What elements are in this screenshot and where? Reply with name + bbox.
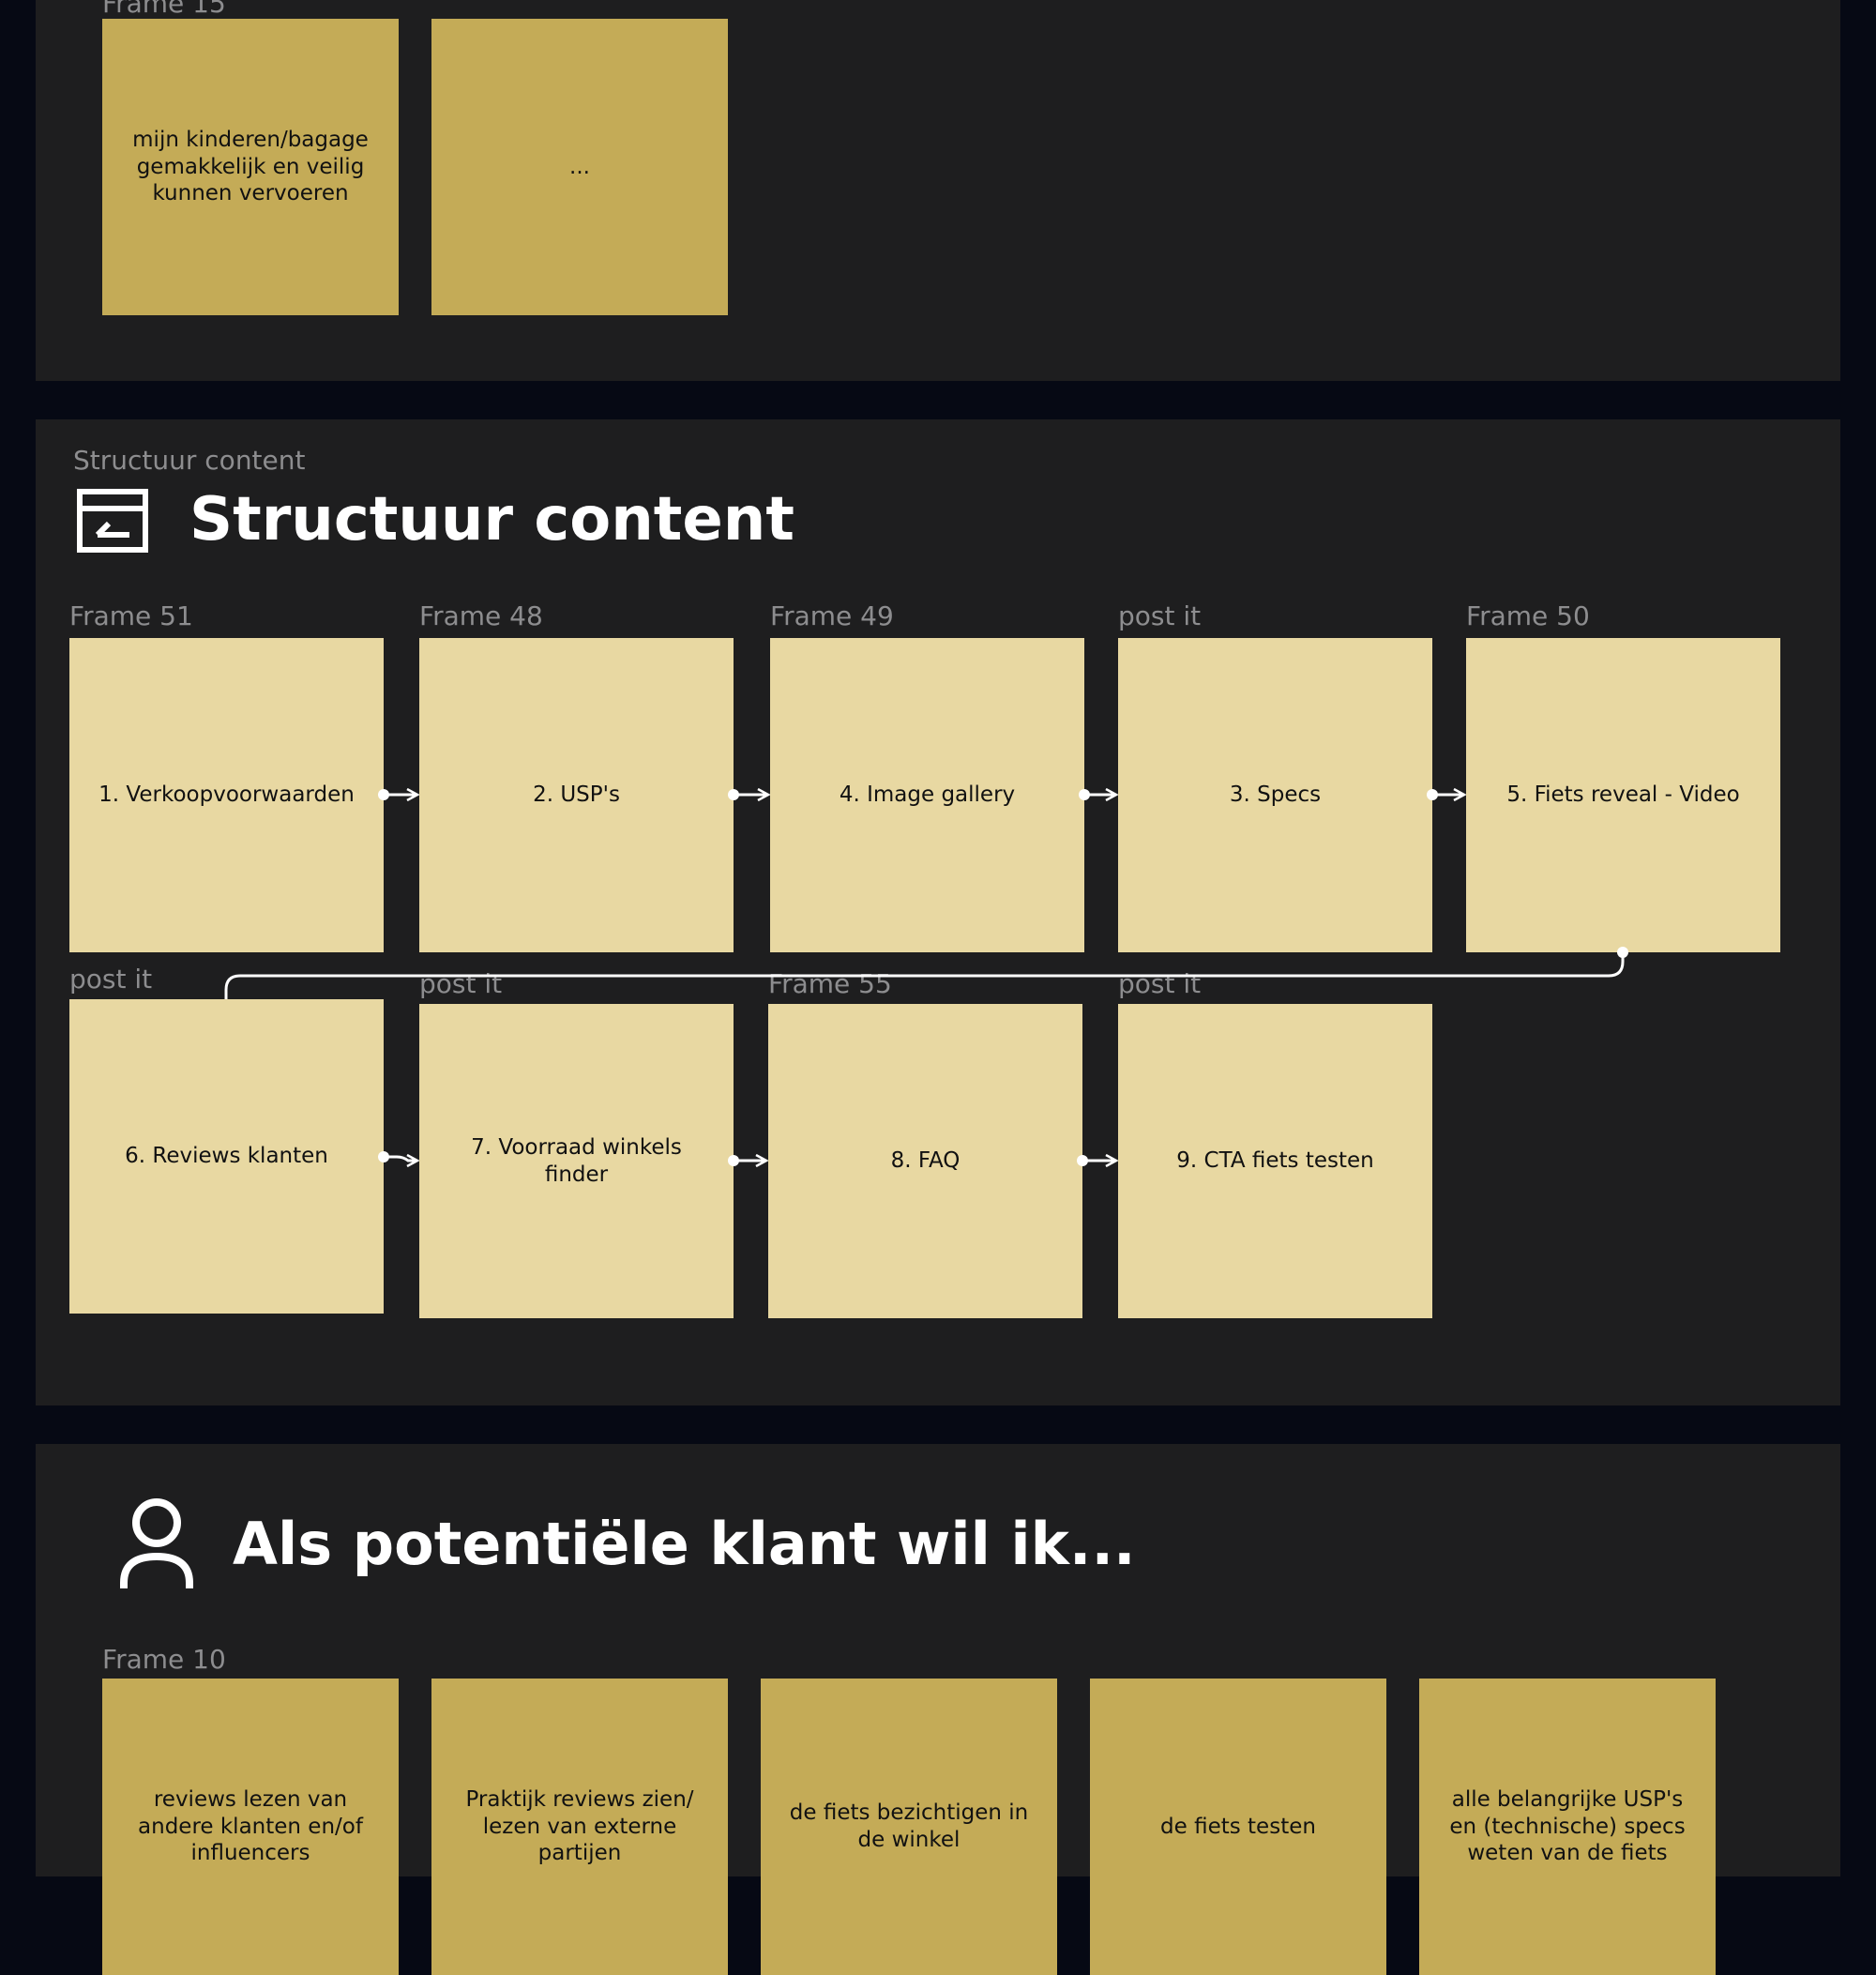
connector-arrow[interactable] — [728, 789, 768, 800]
sticky-note[interactable]: reviews lezen van andere klanten en/of i… — [102, 1679, 399, 1975]
connector-arrow[interactable] — [1077, 1155, 1116, 1166]
connector-arrow[interactable] — [1427, 789, 1464, 800]
user-icon — [118, 1496, 195, 1592]
connector-lines — [224, 419, 1628, 1405]
sticky-note[interactable]: de fiets testen — [1090, 1679, 1386, 1975]
connector-arrow[interactable] — [378, 1151, 417, 1162]
sticky-note[interactable]: mijn kinderen/bagage gemakkelijk en veil… — [102, 19, 399, 315]
connector-arrow[interactable] — [728, 1155, 766, 1166]
sticky-note[interactable]: alle belangrijke USP's en (technische) s… — [1419, 1679, 1716, 1975]
frame-label[interactable]: Frame 15 — [102, 0, 226, 17]
top-section: Frame 15 mijn kinderen/bagage gemakkelij… — [36, 0, 1840, 381]
sticky-note[interactable]: ... — [431, 19, 728, 315]
connector-arrow[interactable] — [1079, 789, 1116, 800]
frame-label[interactable]: Frame 10 — [102, 1647, 226, 1673]
connector-arrow[interactable] — [378, 789, 417, 800]
sticky-note[interactable]: de fiets bezichtigen in de winkel — [761, 1679, 1057, 1975]
customer-section: Als potentiële klant wil ik... Frame 10 … — [36, 1444, 1840, 1975]
structure-section: Structuur content Structuur content Fram… — [36, 419, 1840, 1405]
connector-arrow[interactable] — [224, 947, 1628, 999]
sticky-note[interactable]: Praktijk reviews zien/ lezen van externe… — [431, 1679, 728, 1975]
section-title: Als potentiële klant wil ik... — [233, 1510, 1136, 1578]
